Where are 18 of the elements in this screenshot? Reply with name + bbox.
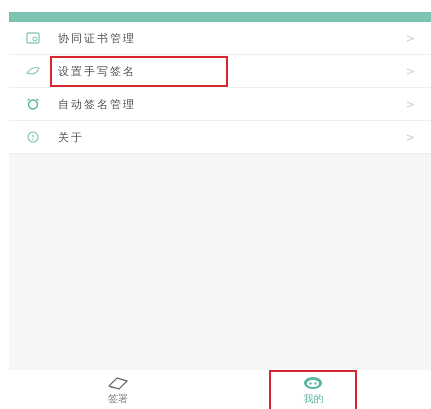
chevron: >	[406, 98, 415, 110]
alarm-clock-icon	[26, 98, 40, 110]
menu-label: 自动签名管理	[57, 96, 137, 112]
chevron: >	[406, 32, 415, 44]
menu-item[interactable]: 设置手写签名 >	[9, 55, 431, 88]
menu-label: 协同证书管理	[57, 30, 137, 46]
robot-face-icon	[302, 376, 324, 390]
menu-item[interactable]: 自动签名管理 >	[9, 88, 431, 121]
menu-item[interactable]: 协同证书管理 >	[9, 22, 431, 55]
menu-label: 关于	[57, 130, 85, 146]
eraser-icon	[106, 376, 129, 390]
tab[interactable]: 签署	[74, 370, 162, 409]
certificate-icon	[26, 32, 40, 44]
chevron: >	[406, 64, 415, 78]
leaf-icon	[26, 65, 40, 77]
menu-label: 设置手写签名	[50, 56, 228, 86]
chevron: >	[406, 130, 415, 144]
info-icon	[26, 131, 40, 143]
